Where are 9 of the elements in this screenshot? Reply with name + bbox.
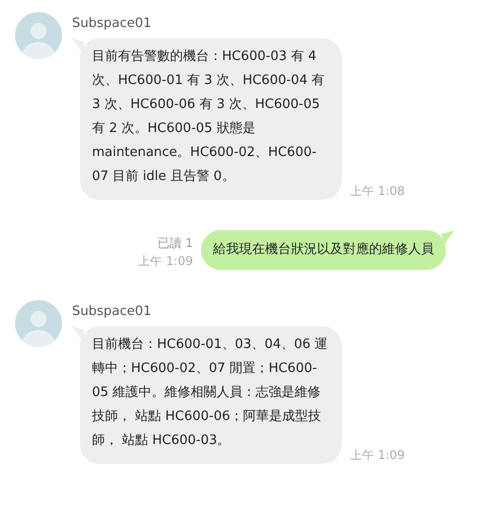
sender-name: Subspace01 [72,304,152,319]
avatar-icon[interactable] [15,12,62,59]
bubble-tail [441,230,455,244]
sender-name: Subspace01 [72,16,152,31]
message-time: 上午 1:09 [350,447,405,464]
avatar-icon[interactable] [15,300,62,347]
message-time: 上午 1:08 [350,183,405,200]
read-receipt: 已讀 1 [158,235,193,252]
message-time: 上午 1:09 [138,253,193,270]
